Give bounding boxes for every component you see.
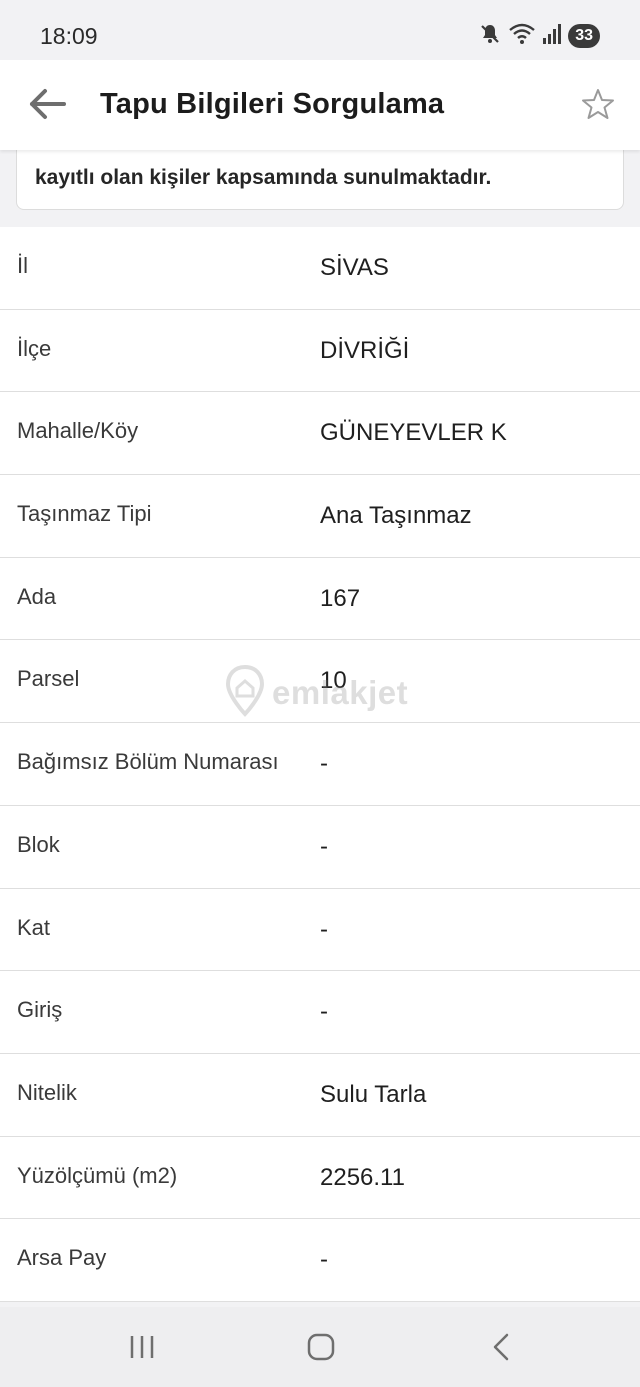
detail-row-nitelik: Nitelik Sulu Tarla	[0, 1054, 640, 1137]
detail-label: Nitelik	[17, 1079, 77, 1105]
detail-value: GÜNEYEVLER K	[320, 419, 507, 447]
detail-label: İl	[17, 253, 28, 278]
detail-row-yuzolcumu: Yüzölçümü (m2) 2256.11	[0, 1137, 640, 1220]
detail-row-ilce: İlçe DİVRİĞİ	[0, 310, 640, 393]
home-button[interactable]	[291, 1327, 351, 1371]
detail-label: Yüzölçümü (m2)	[17, 1162, 178, 1188]
detail-row-ada: Ada 167	[0, 558, 640, 641]
app-bar: Tapu Bilgileri Sorgulama	[0, 60, 640, 150]
detail-row-parsel: Parsel 10	[0, 640, 640, 724]
detail-row-arsa-pay: Arsa Pay -	[0, 1219, 640, 1302]
favorite-button[interactable]	[576, 84, 620, 128]
detail-label: Taşınmaz Tipi	[17, 501, 152, 527]
detail-value: 10	[320, 667, 347, 695]
back-nav-button[interactable]	[471, 1327, 531, 1371]
detail-value: -	[320, 915, 328, 943]
detail-row-giris: Giriş -	[0, 971, 640, 1054]
star-outline-icon	[581, 87, 615, 126]
page-title: Tapu Bilgileri Sorgulama	[100, 88, 445, 120]
status-time: 18:09	[40, 23, 98, 49]
detail-row-blok: Blok -	[0, 806, 640, 889]
mute-icon	[478, 22, 502, 51]
back-button[interactable]	[24, 84, 70, 128]
detail-row-bagimsiz-bolum: Bağımsız Bölüm Numarası -	[0, 723, 640, 806]
detail-row-il: İl SİVAS	[0, 227, 640, 310]
notice-text: kayıtlı olan kişiler kapsamında sunulmak…	[35, 166, 492, 189]
battery-icon: 33	[568, 24, 600, 48]
system-nav-bar	[0, 1307, 640, 1387]
detail-label: Arsa Pay	[17, 1245, 107, 1271]
back-nav-icon	[490, 1332, 512, 1367]
status-bar: 18:09 33	[0, 0, 640, 60]
detail-label: Ada	[17, 583, 57, 609]
detail-label: Kat	[17, 914, 51, 940]
arrow-left-icon	[27, 88, 67, 125]
detail-value: 167	[320, 584, 361, 612]
detail-value: Sulu Tarla	[320, 1080, 427, 1108]
detail-value: DİVRİĞİ	[320, 336, 410, 364]
wifi-icon	[508, 22, 536, 51]
detail-label: Bağımsız Bölüm Numarası	[17, 749, 279, 775]
detail-row-tasinmaz-tipi: Taşınmaz Tipi Ana Taşınmaz	[0, 475, 640, 558]
detail-value: 2256.11	[320, 1163, 405, 1191]
detail-value: Ana Taşınmaz	[320, 502, 472, 530]
detail-value: -	[320, 998, 328, 1026]
status-icons: 33	[478, 22, 600, 50]
detail-row-mahalle-koy: Mahalle/Köy GÜNEYEVLER K	[0, 392, 640, 476]
details-list: İl SİVAS İlçe DİVRİĞİ Mahalle/Köy GÜNEYE…	[0, 227, 640, 1302]
signal-icon	[542, 23, 562, 50]
detail-value: -	[320, 832, 328, 860]
detail-label: Parsel	[17, 666, 80, 692]
recent-apps-button[interactable]	[112, 1327, 172, 1371]
detail-label: Mahalle/Köy	[17, 418, 139, 444]
detail-label: Giriş	[17, 997, 63, 1023]
detail-value: SİVAS	[320, 254, 389, 281]
recent-apps-icon	[127, 1333, 157, 1366]
detail-label: İlçe	[17, 335, 52, 361]
detail-value: -	[320, 750, 328, 778]
detail-row-kat: Kat -	[0, 889, 640, 972]
detail-value: -	[320, 1246, 328, 1274]
detail-label: Blok	[17, 831, 60, 857]
home-icon	[306, 1332, 336, 1367]
